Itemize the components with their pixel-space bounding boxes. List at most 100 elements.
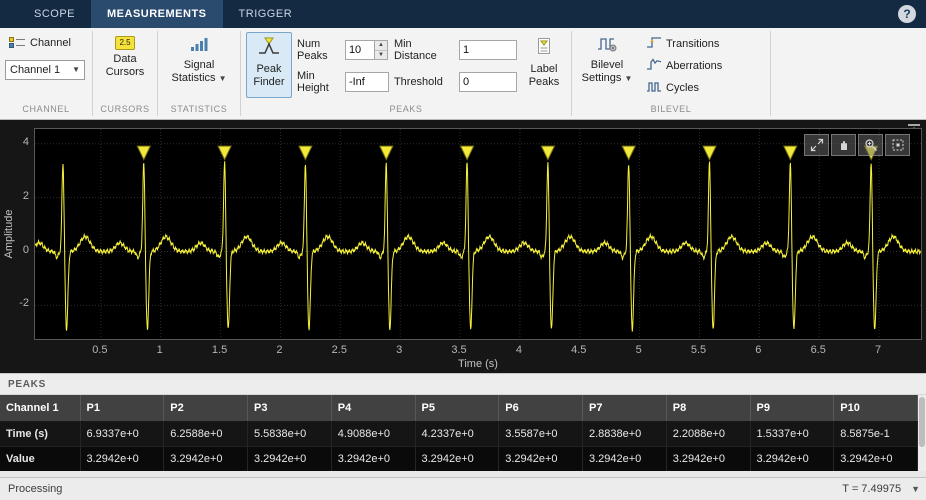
table-cell: 2.2088e+0 (666, 421, 751, 447)
table-cell: 3.5587e+0 (498, 421, 583, 447)
section-bilevel: Bilevel Settings ▼ Transitions Aberratio… (572, 28, 770, 119)
table-cell: 3.2942e+0 (582, 446, 667, 472)
table-scrollbar-thumb[interactable] (919, 397, 925, 447)
peak-marker[interactable] (621, 145, 636, 161)
table-cell: 5.5838e+0 (247, 421, 332, 447)
table-header-peak[interactable]: P2 (163, 395, 248, 422)
peaks-table-zone: Channel 1 P1 P2 P3 P4 P5 P6 P7 P8 P9 P10 Time (s) 6.… (0, 395, 926, 472)
x-tick-label: 4 (515, 344, 522, 356)
table-header-peak[interactable]: P5 (415, 395, 500, 422)
status-bar: Processing T = 7.49975 ▼ (0, 477, 926, 500)
table-cell: 6.9337e+0 (80, 421, 165, 447)
x-tick-label: 6 (755, 344, 762, 356)
tab-trigger[interactable]: TRIGGER (223, 0, 309, 28)
x-tick-label: 2 (276, 344, 283, 356)
time-readout: T = 7.49975 (842, 483, 902, 495)
section-label-peaks: PEAKS (389, 104, 423, 114)
num-peaks-input[interactable] (344, 40, 375, 60)
table-header-peak[interactable]: P7 (582, 395, 667, 422)
channel-select[interactable]: Channel 1 ▼ (5, 60, 85, 80)
bilevel-settings-button[interactable]: Bilevel Settings ▼ (577, 32, 637, 98)
threshold-input[interactable] (459, 72, 517, 92)
aberrations-button[interactable]: Aberrations (642, 56, 726, 76)
min-distance-input[interactable] (459, 40, 517, 60)
zoom-in-button[interactable] (858, 134, 883, 156)
help-button[interactable]: ? (898, 5, 916, 23)
y-axis-label: Amplitude (3, 209, 15, 259)
peak-marker[interactable] (783, 145, 798, 161)
table-header-peak[interactable]: P4 (331, 395, 416, 422)
peak-marker[interactable] (136, 145, 152, 161)
channel-button[interactable]: Channel (5, 32, 75, 54)
table-row: Value 3.2942e+0 3.2942e+0 3.2942e+0 3.2942e+… (0, 446, 918, 472)
data-cursors-icon: 2.5 (115, 36, 135, 50)
spinner-down-button[interactable]: ▼ (374, 50, 387, 59)
cycles-label: Cycles (666, 82, 700, 94)
x-tick-label: 1.5 (211, 344, 228, 356)
table-row-label: Time (s) (0, 421, 81, 447)
min-height-input[interactable] (344, 72, 389, 92)
peak-marker[interactable] (540, 145, 556, 161)
y-tick-label: 2 (22, 189, 29, 202)
table-cell: 4.9088e+0 (331, 421, 416, 447)
peak-marker[interactable] (298, 145, 313, 161)
peak-marker[interactable] (702, 145, 717, 161)
y-tick-label: -2 (19, 297, 29, 310)
peak-finder-toggle[interactable]: Peak Finder (246, 32, 292, 98)
scope-window: SCOPE MEASUREMENTS TRIGGER ? Channel Cha… (0, 0, 926, 500)
cycles-button[interactable]: Cycles (642, 78, 726, 98)
expand-axes-button[interactable] (804, 134, 829, 156)
channel-button-label: Channel (30, 37, 71, 49)
spinner-up-button[interactable]: ▲ (374, 41, 387, 51)
tab-scope[interactable]: SCOPE (18, 0, 91, 28)
y-tick-label: 4 (22, 135, 29, 148)
plot-canvas[interactable] (34, 128, 922, 340)
cycles-icon (646, 80, 662, 96)
signal-statistics-button[interactable]: Signal Statistics ▼ (168, 32, 230, 98)
x-tick-label: 3 (396, 344, 403, 356)
peak-finder-icon (258, 36, 280, 60)
pan-button[interactable] (831, 134, 856, 156)
tab-measurements[interactable]: MEASUREMENTS (91, 0, 223, 28)
peaks-table: Channel 1 P1 P2 P3 P4 P5 P6 P7 P8 P9 P10 Time (s) 6.… (0, 395, 918, 472)
table-header-channel[interactable]: Channel 1 (0, 395, 81, 422)
peaks-panel-title: PEAKS (0, 373, 926, 395)
threshold-label: Threshold (393, 76, 443, 88)
section-peaks: Peak Finder Num Peaks ▲ ▼ Min Distance M… (241, 28, 571, 119)
table-scrollbar[interactable] (918, 395, 926, 471)
plot-area: Amplitude -2 0 2 4 0.5 1 1.5 2 2.5 3 3.5 4 4.5 5 5.5 6… (0, 120, 926, 373)
chevron-down-icon: ▼ (218, 74, 227, 84)
x-tick-label: 0.5 (92, 344, 108, 356)
peak-marker[interactable] (217, 145, 232, 161)
signal-statistics-label: Signal Statistics ▼ (171, 59, 227, 85)
toolstrip: Channel Channel 1 ▼ CHANNEL 2.5 Data Cur… (0, 28, 926, 120)
y-tick-label: 0 (22, 243, 29, 256)
label-peaks-icon (535, 36, 553, 60)
peak-marker[interactable] (379, 145, 394, 161)
x-tick-label: 3.5 (451, 344, 467, 356)
collapse-status-button[interactable]: ▼ (911, 484, 920, 494)
table-header-peak[interactable]: P9 (750, 395, 835, 422)
min-height-label: Min Height (297, 70, 329, 94)
label-peaks-button[interactable]: Label Peaks (522, 32, 566, 98)
x-tick-label: 2.5 (331, 344, 347, 356)
table-header-peak[interactable]: P8 (666, 395, 751, 422)
fit-to-view-button[interactable] (885, 134, 910, 156)
table-header-peak[interactable]: P10 (833, 395, 918, 422)
transitions-icon (646, 36, 662, 52)
section-statistics: Signal Statistics ▼ STATISTICS (158, 28, 240, 119)
x-tick-label: 6.5 (810, 344, 826, 356)
table-cell: 3.2942e+0 (80, 446, 165, 472)
table-header-peak[interactable]: P3 (247, 395, 332, 422)
data-cursors-button[interactable]: 2.5 Data Cursors (100, 32, 150, 98)
aberrations-icon (646, 58, 662, 74)
min-distance-label: Min Distance (393, 38, 437, 62)
table-cell: 3.2942e+0 (498, 446, 583, 472)
peak-marker[interactable] (459, 145, 475, 161)
transitions-button[interactable]: Transitions (642, 34, 726, 54)
x-tick-label: 4.5 (571, 344, 587, 356)
table-header-peak[interactable]: P6 (498, 395, 583, 422)
x-axis-label: Time (s) (458, 358, 498, 370)
table-header-peak[interactable]: P1 (80, 395, 165, 422)
chevron-down-icon: ▼ (72, 65, 80, 74)
